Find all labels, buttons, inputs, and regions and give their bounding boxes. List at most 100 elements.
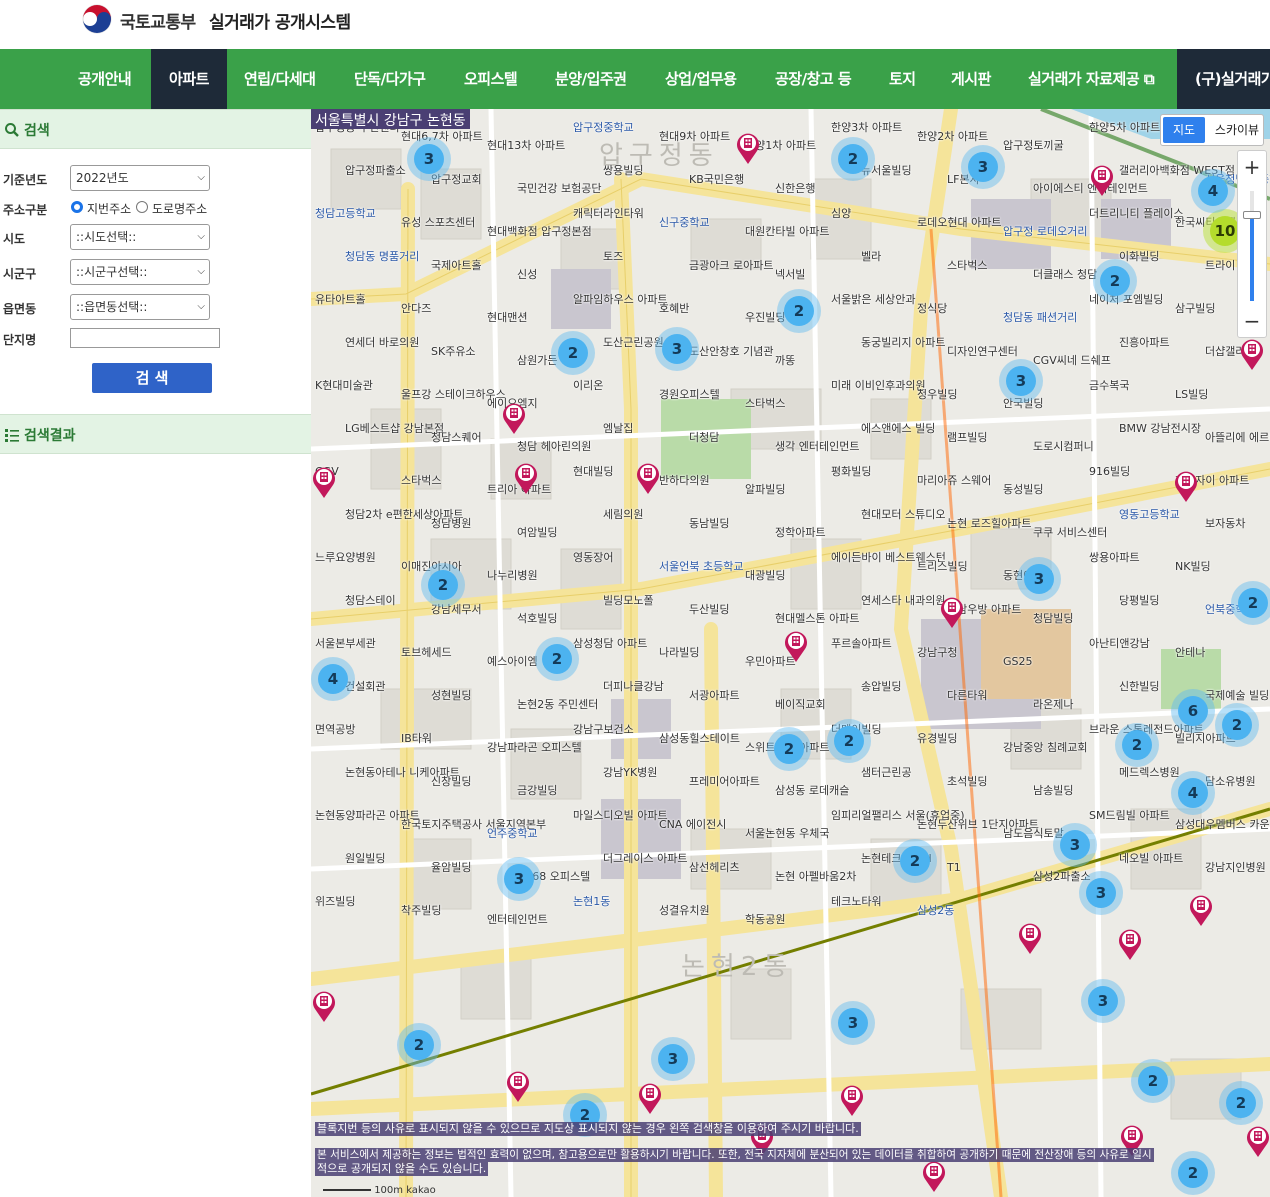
nav-apartment[interactable]: 아파트 [151,49,227,109]
map-place-label[interactable]: 아뜰리에 에르메스 [1205,431,1270,444]
nav-presale[interactable]: 분양/입주권 [555,49,627,109]
map-place-label[interactable]: 마리아쥬 스웨어 [917,474,991,487]
map-place-label[interactable]: 남송빌딩 [1033,784,1073,797]
zoom-slider-handle[interactable] [1243,211,1261,219]
cluster-marker[interactable]: 6 [1171,689,1215,733]
map-place-label[interactable]: 세림의원 [603,508,643,521]
radio-jibun[interactable] [71,201,83,213]
cluster-marker[interactable]: 2 [1231,581,1270,625]
cluster-marker[interactable]: 2 [421,563,465,607]
cluster-marker[interactable]: 2 [827,719,871,763]
map-place-label[interactable]: 알파빌딩 [745,483,785,496]
cluster-marker[interactable]: 2 [1115,723,1159,767]
map-place-label[interactable]: 디자인연구센터 [947,345,1018,358]
map-place-label[interactable]: 토브헤세드 [401,646,452,659]
nav-detached-house[interactable]: 단독/다가구 [354,49,426,109]
map-place-label[interactable]: 엠날집 [603,422,633,435]
map-place-label[interactable]: 현대멜스톤 아파트 [775,612,859,625]
map-place-label[interactable]: 성현빌딩 [431,689,471,702]
map-place-label[interactable]: 신한은행 [775,182,815,195]
apartment-pin-icon[interactable] [1239,337,1265,371]
map-place-label[interactable]: 네오빌 아파트 [1119,852,1183,865]
nav-commercial[interactable]: 상업/업무용 [665,49,737,109]
map-place-label[interactable]: 청담 헤아린의원 [517,440,591,453]
year-select[interactable]: 2022년도 ⌵ [70,165,210,191]
map-place-label[interactable]: 테크노타워 [831,895,882,908]
map-place-label[interactable]: 논현 로즈힐아파트 [947,517,1031,530]
map-type-skyview[interactable]: 스카이뷰 [1211,117,1263,143]
apartment-pin-icon[interactable] [735,131,761,165]
map-place-label[interactable]: 트라이 [1205,259,1235,272]
sido-select[interactable]: ::시도선택:: ⌵ [70,224,210,250]
map-place-label[interactable]: 언주중학교 [487,827,538,840]
map-place-label[interactable]: 성결유치원 [659,904,710,917]
apartment-pin-icon[interactable] [505,1069,531,1103]
map-place-label[interactable]: 유경빌딩 [917,732,957,745]
cluster-marker[interactable]: 2 [1093,259,1137,303]
map-place-label[interactable]: 메드렉스병원 [1119,766,1180,779]
cluster-marker[interactable]: 2 [893,839,937,883]
map-place-label[interactable]: 더클래스 청담 [1033,268,1097,281]
map-place-label[interactable]: 율암빌딩 [431,861,471,874]
map-place-label[interactable]: 916빌딩 [1089,465,1130,478]
map-place-label[interactable]: 한양2차 아파트 [917,130,988,143]
map-place-label[interactable]: 미래 이비인후과의원 [831,379,926,392]
map-place-label[interactable]: T1 [947,861,961,874]
map-place-label[interactable]: 국민건강 보험공단 [517,182,601,195]
cluster-marker[interactable]: 2 [1131,1059,1175,1103]
map-place-label[interactable]: 생각 엔터테인먼트 [775,440,859,453]
map-place-label[interactable]: 이리온 [573,379,603,392]
map-place-label[interactable]: 보자동차 [1205,517,1245,530]
map-place-label[interactable]: 금수복국 [1089,379,1129,392]
cluster-marker[interactable]: 2 [777,289,821,333]
apartment-pin-icon[interactable] [1245,1124,1270,1158]
radio-jibun-label[interactable]: 지번주소 [87,200,131,217]
map-place-label[interactable]: 영동고등학교 [1119,508,1180,521]
map-place-label[interactable]: 로데오현대 아파트 [917,216,1001,229]
map-place-label[interactable]: 마일스디오빌 아파트 [573,809,668,822]
map-place-label[interactable]: 위즈빌딩 [315,895,355,908]
cluster-marker[interactable]: 2 [831,137,875,181]
map-place-label[interactable]: 스타벅스 [401,474,441,487]
map-place-label[interactable]: CGV씨네 드쉐프 [1033,354,1111,367]
cluster-marker[interactable]: 2 [767,727,811,771]
apartment-pin-icon[interactable] [1117,927,1143,961]
map-place-label[interactable]: 스타벅스 [947,259,987,272]
cluster-marker[interactable]: 2 [535,637,579,681]
map-place-label[interactable]: 현대9차 아파트 [659,130,730,143]
map-place-label[interactable]: 안테나 [1175,646,1205,659]
nav-land[interactable]: 토지 [889,49,916,109]
map-place-label[interactable]: 넥서빌 [775,268,805,281]
map-place-label[interactable]: IB타워 [401,732,432,745]
map-place-label[interactable]: 신한빌딩 [1119,680,1159,693]
map-place-label[interactable]: 서울논현동 우체국 [745,827,829,840]
map-place-label[interactable]: 현대빌딩 [573,465,613,478]
sigungu-select[interactable]: ::시군구선택:: ⌵ [70,259,210,285]
map-place-label[interactable]: 신구중학교 [659,216,710,229]
map-place-label[interactable]: 강남중앙 침례교회 [1003,741,1087,754]
apartment-pin-icon[interactable] [783,629,809,663]
map-place-label[interactable]: 현대백화점 압구정본점 [487,225,592,238]
map-place-label[interactable]: 아난티앤강남 [1089,637,1150,650]
map-place-label[interactable]: 강남지인병원 [1205,861,1266,874]
apartment-pin-icon[interactable] [311,989,337,1023]
map-place-label[interactable]: 더청담 [689,431,719,444]
map-place-label[interactable]: 정학아파트 [775,526,826,539]
map-view[interactable]: 압구정동 논현2동 압구정동 주민센터현대6,7차 아파트현대13차 아파트압구… [311,109,1270,1197]
zoom-out-button[interactable]: − [1238,307,1266,335]
map-place-label[interactable]: 삼성대우멤버스 카운티아파트 [1175,818,1270,831]
ministry-name[interactable]: 국토교통부 [120,8,196,33]
cluster-marker[interactable]: 2 [551,331,595,375]
map-place-label[interactable]: 예스아이엠 [487,655,538,668]
map-place-label[interactable]: 까똥 [775,354,795,367]
map-place-label[interactable]: 쿠쿠 서비스센터 [1033,526,1107,539]
map-place-label[interactable]: 스타벅스 [745,397,785,410]
map-place-label[interactable]: 도로시컴퍼니 [1033,440,1094,453]
map-place-label[interactable]: 더그레이스 아파트 [603,852,687,865]
map-place-label[interactable]: 심양 [831,207,851,220]
map-place-label[interactable]: 더트리니티 플레이스 [1089,207,1184,220]
map-place-label[interactable]: 서울언북 초등학교 [659,560,743,573]
cluster-marker[interactable]: 3 [651,1037,695,1081]
map-place-label[interactable]: 호혜반 [659,302,689,315]
map-place-label[interactable]: 삼성청담 아파트 [573,637,647,650]
